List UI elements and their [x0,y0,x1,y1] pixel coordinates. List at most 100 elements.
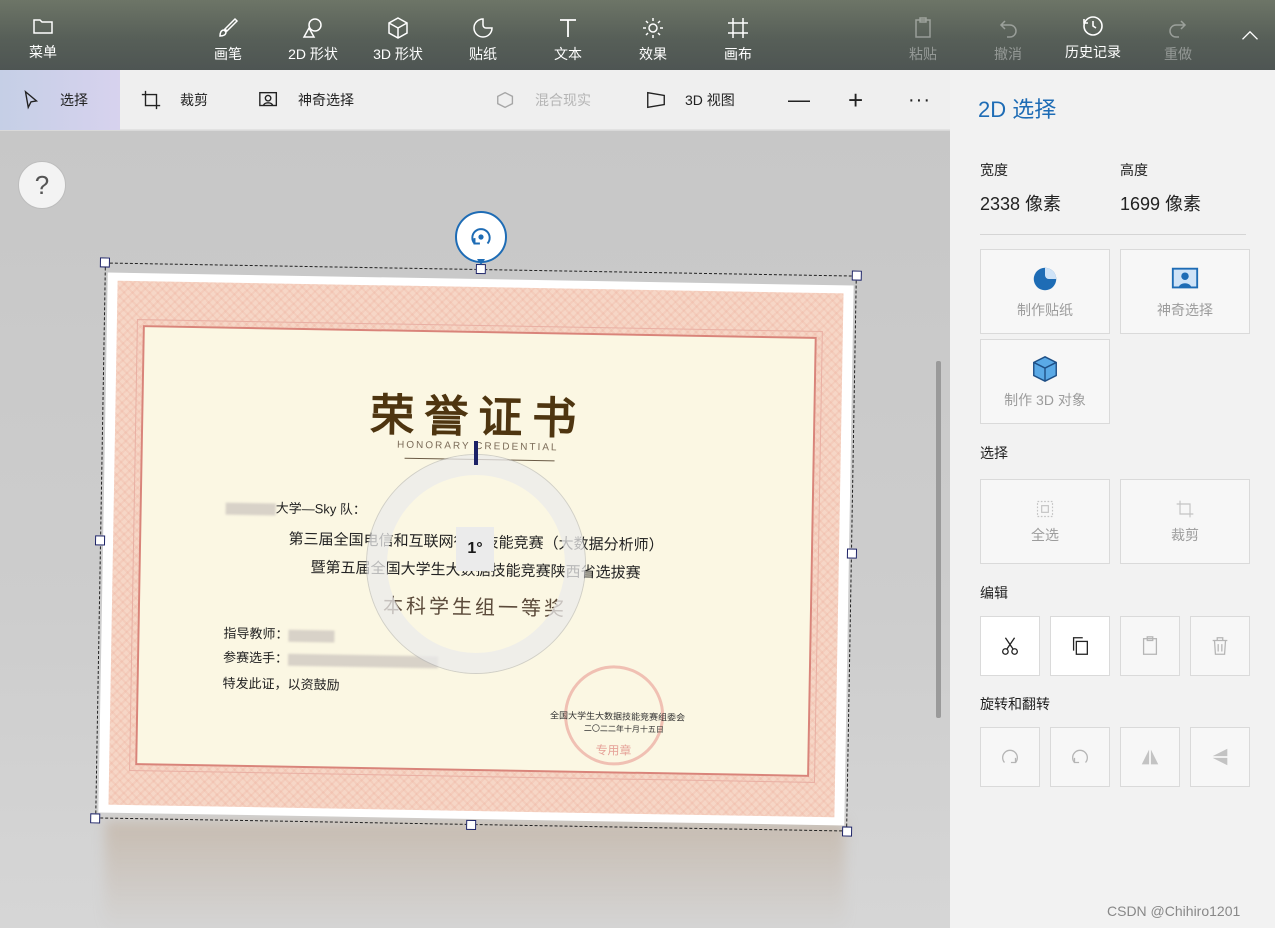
canvas-button[interactable]: 画布 [710,0,766,70]
sticker-button[interactable]: 贴纸 [455,0,511,70]
panel-title: 2D 选择 [978,97,1057,122]
paste-panel-button[interactable] [1120,616,1180,676]
flip-horizontal-icon [1141,749,1159,765]
selection-box[interactable] [90,257,862,837]
redo-button[interactable]: 重做 [1150,0,1206,70]
effects-button[interactable]: 效果 [625,0,681,70]
rotate-right-button[interactable] [1050,727,1110,787]
history-icon [1083,16,1103,36]
make-3d-object-button[interactable]: 制作 3D 对象 [980,339,1110,424]
brush-button[interactable]: 画笔 [200,0,256,70]
paste-label: 粘贴 [909,46,937,62]
rotate-right-icon [1072,749,1088,764]
flip-horizontal-button[interactable] [1120,727,1180,787]
redo-icon [1169,20,1187,38]
rotate-left-icon [1002,749,1018,764]
resize-handle-left[interactable] [94,535,106,546]
select-label: 选择 [60,92,88,108]
plus-icon: + [848,84,864,115]
select-all-icon [1036,500,1054,517]
resize-handle-top[interactable] [475,263,486,275]
height-value[interactable]: 1699 像素 [1120,190,1201,216]
sticker-icon [1033,267,1057,290]
paste-button[interactable]: 粘贴 [895,0,951,70]
redo-label: 重做 [1164,46,1192,62]
flip-vertical-button[interactable] [1190,727,1250,787]
menu-button[interactable]: 菜单 [20,0,66,70]
more-icon: ··· [908,88,931,111]
rotate-flip-section-label: 旋转和翻转 [980,696,1050,712]
copy-icon [1072,637,1088,655]
paste-icon [1142,636,1158,655]
delete-button[interactable] [1190,616,1250,676]
question-icon: ? [34,169,50,200]
canvas-shadow [105,821,845,928]
main-toolbar: 菜单 画笔 2D 形状 3D 形状 贴纸 文本 效果 画布 粘贴 撤消 历史记录 [0,0,1275,70]
flip-vertical-icon [1212,748,1228,766]
crop-icon [141,90,161,110]
resize-handle-bottom-left[interactable] [90,813,101,824]
make-sticker-button[interactable]: 制作贴纸 [980,249,1110,334]
help-button[interactable]: ? [18,161,66,209]
magic-select-label: 神奇选择 [298,92,354,108]
rotate-handle[interactable] [455,211,507,263]
mixed-reality-label: 混合现实 [535,92,591,108]
minus-icon: — [788,87,810,112]
crop-label: 裁剪 [180,92,208,108]
more-options-button[interactable]: ··· [908,70,931,130]
vertical-scrollbar[interactable] [936,361,941,718]
shapes-3d-label: 3D 形状 [373,46,423,62]
zoom-in-button[interactable]: + [848,70,863,130]
width-value[interactable]: 2338 像素 [980,190,1061,216]
text-button[interactable]: 文本 [540,0,596,70]
sun-icon [643,18,663,38]
shapes-2d-button[interactable]: 2D 形状 [283,0,343,70]
select-toolbar: 选择 裁剪 神奇选择 混合现实 3D 视图 — + ··· [0,70,950,130]
canvas-area[interactable]: ? 荣誉证书 HONORARY CREDENTIAL 大学—Sky 队： 第三届… [0,131,950,928]
watermark-text: CSDN @Chihiro1201 [1107,903,1241,919]
shapes-3d-button[interactable]: 3D 形状 [368,0,428,70]
history-button[interactable]: 历史记录 [1055,0,1131,70]
rotate-left-button[interactable] [980,727,1040,787]
scissors-icon [1002,637,1018,655]
crop-tool-button[interactable]: 裁剪 [140,70,208,130]
select-section-label: 选择 [980,445,1008,461]
cursor-icon [24,90,39,110]
copy-button[interactable] [1050,616,1110,676]
shapes-2d-icon [302,18,322,38]
brush-label: 画笔 [214,46,242,62]
trash-icon [1212,637,1228,655]
side-panel: 2D 选择 宽度 2338 像素 高度 1699 像素 制作贴纸 神奇选择 制作… [950,70,1275,928]
edit-section-label: 编辑 [980,585,1008,601]
paste-icon [915,17,931,38]
make-sticker-label: 制作贴纸 [1017,301,1073,318]
crop-panel-button[interactable]: 裁剪 [1120,479,1250,564]
sticker-icon [473,18,493,38]
resize-handle-bottom-right[interactable] [842,826,853,837]
resize-handle-right[interactable] [846,548,858,559]
magic-select-panel-label: 神奇选择 [1157,301,1213,318]
select-all-button[interactable]: 全选 [980,479,1110,564]
undo-button[interactable]: 撤消 [980,0,1036,70]
zoom-out-button[interactable]: — [788,70,810,130]
width-label: 宽度 [980,162,1008,178]
folder-icon [33,19,53,34]
cut-button[interactable] [980,616,1040,676]
undo-label: 撤消 [994,46,1022,62]
3d-view-icon [647,91,665,109]
brush-icon [219,17,239,37]
cube-icon [388,17,408,39]
magic-select-button[interactable]: 神奇选择 [258,70,354,130]
collapse-toolbar-button[interactable] [1230,0,1270,70]
mixed-reality-button[interactable]: 混合现实 [495,70,591,130]
select-tool-button[interactable]: 选择 [0,70,120,130]
magic-select-panel-button[interactable]: 神奇选择 [1120,249,1250,334]
crop-icon [1176,500,1194,517]
height-label: 高度 [1120,162,1148,178]
shapes-2d-label: 2D 形状 [288,46,338,62]
resize-handle-top-left[interactable] [99,257,110,268]
magic-select-icon [259,91,278,107]
resize-handle-bottom[interactable] [466,819,477,831]
resize-handle-top-right[interactable] [851,270,862,281]
3d-view-button[interactable]: 3D 视图 [645,70,735,130]
